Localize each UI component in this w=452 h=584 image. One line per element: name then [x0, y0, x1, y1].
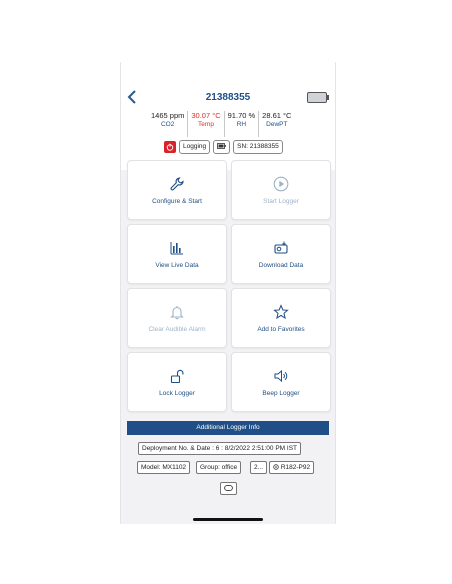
battery-status-badge	[213, 140, 231, 154]
status-row: Logging SN: 21388355	[164, 140, 283, 154]
beep-logger-button[interactable]: Beep Logger	[231, 352, 331, 412]
model-info-chip: Model: MX1102	[137, 461, 191, 474]
logging-status-badge: Logging	[179, 140, 211, 154]
unlock-icon	[170, 369, 184, 384]
reading-temp: 30.07 °C Temp	[188, 111, 225, 137]
reading-label: RH	[236, 121, 247, 128]
start-logger-button[interactable]: Start Logger	[231, 160, 331, 220]
power-icon	[166, 143, 174, 151]
add-to-favorites-button[interactable]: Add to Favorites	[231, 288, 331, 348]
tile-label: Beep Logger	[262, 390, 300, 397]
link-info-chip	[220, 482, 237, 495]
reading-label: DewPT	[266, 121, 288, 128]
tile-label: Lock Logger	[159, 390, 195, 397]
reading-value: 1465 ppm	[151, 111, 185, 120]
record-indicator	[164, 141, 176, 153]
serial-number-badge: SN: 21388355	[233, 140, 283, 154]
tile-label: Configure & Start	[152, 198, 202, 205]
sensor-info-chip: R182-P92	[269, 461, 315, 474]
device-title: 21388355	[205, 92, 251, 103]
extra-info-chip: 2...	[250, 461, 268, 474]
wrench-icon	[170, 177, 184, 191]
play-circle-icon	[273, 176, 289, 192]
download-data-button[interactable]: Download Data	[231, 224, 331, 284]
speaker-icon	[274, 369, 288, 383]
battery-small-icon	[217, 143, 226, 149]
link-icon	[224, 484, 233, 491]
battery-icon	[307, 92, 329, 103]
home-indicator[interactable]	[193, 518, 263, 521]
reading-label: CO2	[160, 121, 175, 128]
clear-audible-alarm-button[interactable]: Clear Audible Alarm	[127, 288, 227, 348]
view-live-data-button[interactable]: View Live Data	[127, 224, 227, 284]
reading-value: 91.70 %	[227, 111, 256, 120]
group-info-chip: Group: office	[196, 461, 242, 474]
additional-info-header: Additional Logger Info	[127, 421, 329, 435]
tile-label: Add to Favorites	[257, 326, 305, 333]
star-icon	[273, 304, 289, 320]
tile-label: Download Data	[258, 262, 304, 269]
sensor-icon	[273, 463, 279, 470]
tile-label: Start Logger	[263, 198, 299, 205]
app-screen: 21388355 1465 ppm CO2 30.07 °C Temp 91.7…	[120, 62, 336, 524]
readings-row: 1465 ppm CO2 30.07 °C Temp 91.70 % RH 28…	[148, 111, 294, 137]
bell-icon	[170, 306, 184, 320]
header-panel: 21388355 1465 ppm CO2 30.07 °C Temp 91.7…	[121, 62, 335, 170]
sensor-info-label: R182-P92	[280, 464, 311, 471]
reading-value: 30.07 °C	[191, 111, 221, 120]
download-device-icon	[274, 241, 288, 254]
reading-label: Temp	[198, 121, 214, 128]
tile-label: Clear Audible Alarm	[148, 326, 206, 333]
deployment-info-chip: Deployment No. & Date : 6 : 8/2/2022 2:5…	[138, 442, 302, 455]
reading-co2: 1465 ppm CO2	[148, 111, 189, 137]
reading-value: 28.61 °C	[262, 111, 292, 120]
reading-dewpoint: 28.61 °C DewPT	[259, 111, 294, 137]
tile-label: View Live Data	[155, 262, 199, 269]
configure-start-button[interactable]: Configure & Start	[127, 160, 227, 220]
bar-chart-icon	[170, 242, 183, 255]
lock-logger-button[interactable]: Lock Logger	[127, 352, 227, 412]
reading-rh: 91.70 % RH	[225, 111, 260, 137]
